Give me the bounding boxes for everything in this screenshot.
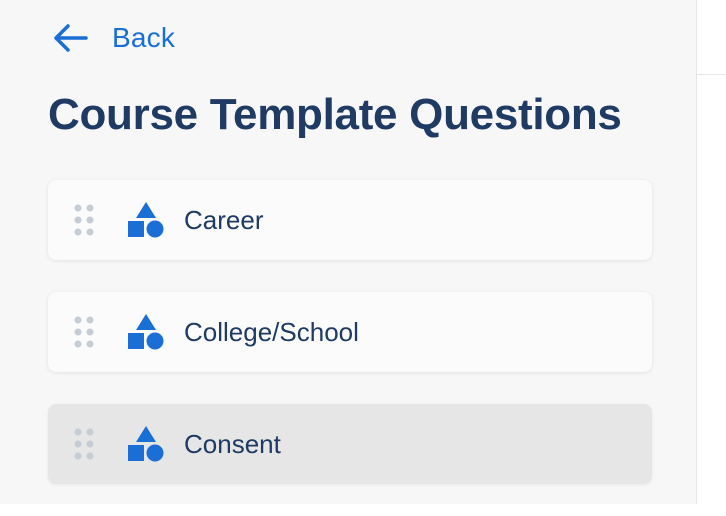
page-title: Course Template Questions [48,90,622,139]
question-item-consent[interactable]: Consent [48,404,652,484]
question-item-college-school[interactable]: College/School [48,292,652,372]
question-label: College/School [184,316,359,347]
drag-handle-icon[interactable] [72,314,96,350]
shapes-icon [126,424,166,464]
back-link[interactable]: Back [52,18,175,58]
question-label: Career [184,204,264,235]
header-divider [697,74,726,75]
question-list: Career College/School Consent [48,180,652,516]
question-label: Consent [184,428,281,459]
back-label: Back [112,22,176,53]
arrow-left-icon [52,18,92,58]
question-item-career[interactable]: Career [48,180,652,260]
drag-handle-icon[interactable] [72,202,96,238]
shapes-icon [126,200,166,240]
drag-handle-icon[interactable] [72,426,96,462]
shapes-icon [126,312,166,352]
main-panel [697,0,726,504]
sidebar-panel: Back Course Template Questions Career Co… [0,0,697,504]
